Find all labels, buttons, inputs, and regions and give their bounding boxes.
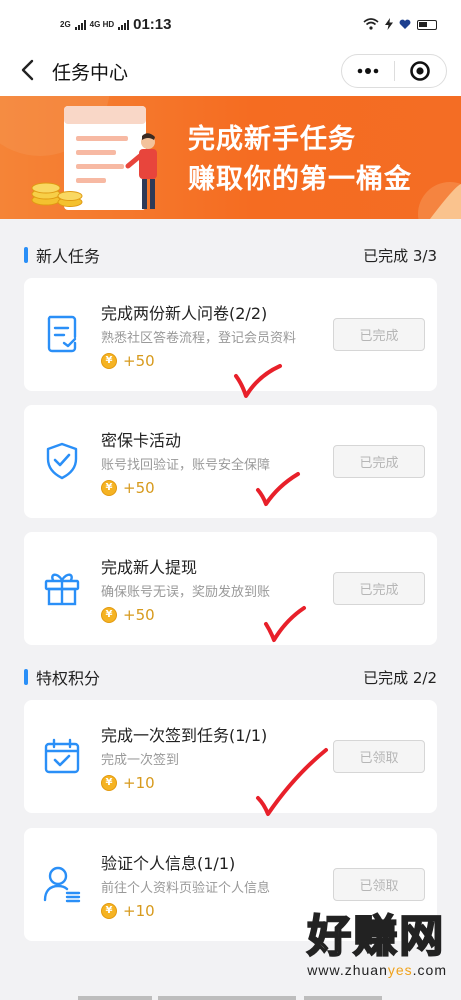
calendar-check-icon: [40, 734, 84, 778]
watermark-logo: 好赚网 www.zhuanyes.com: [306, 911, 447, 979]
questionnaire-icon: [40, 312, 84, 356]
section-title-wrap: 特权积分: [24, 665, 100, 689]
network-label-4g: 4G HD: [89, 19, 115, 29]
close-miniprogram-button[interactable]: [395, 55, 447, 87]
nav-bar: 任务中心: [0, 46, 461, 96]
more-dots-icon: [357, 68, 379, 74]
reward-points: +50: [123, 606, 155, 624]
watermark-url-part-2: yes: [387, 962, 413, 978]
page-title: 任务中心: [52, 62, 129, 84]
status-bar: 2G 4G HD 01:13: [0, 0, 461, 46]
section-title: 新人任务: [36, 247, 101, 266]
task-status-button[interactable]: 已领取: [333, 868, 425, 901]
status-bar-right: [363, 15, 437, 34]
signal-icon: [74, 19, 86, 30]
task-card-withdraw: 完成新人提现 确保账号无误，奖励发放到账 ¥ +50 已完成: [24, 532, 437, 645]
miniprogram-capsule: [341, 54, 447, 88]
heart-icon: [399, 15, 411, 34]
task-description: 前往个人资料页验证个人信息: [101, 881, 271, 896]
task-card-checkin: 完成一次签到任务(1/1) 完成一次签到 ¥ +10 已领取: [24, 700, 437, 813]
task-card-security-card: 密保卡活动 账号找回验证，账号安全保障 ¥ +50 已完成: [24, 405, 437, 518]
task-reward: ¥ +10: [101, 902, 155, 920]
gift-icon: [40, 566, 84, 610]
task-reward: ¥ +10: [101, 774, 155, 792]
section-title-wrap: 新人任务: [24, 243, 100, 267]
network-label-2g: 2G: [60, 19, 71, 29]
section-progress: 已完成 2/2: [363, 668, 437, 687]
user-info-icon: [40, 862, 84, 906]
reward-points: +50: [123, 479, 155, 497]
chevron-left-icon: [21, 59, 34, 81]
section-progress: 已完成 3/3: [363, 246, 437, 265]
back-button[interactable]: [14, 56, 40, 84]
shield-icon: [40, 439, 84, 483]
status-bar-left: 2G 4G HD 01:13: [60, 16, 172, 33]
wifi-icon: [363, 15, 379, 34]
watermark-text: 好赚网: [306, 911, 446, 963]
watermark-url-part-1: www.zhuan: [307, 962, 388, 978]
reward-points: +10: [123, 774, 155, 792]
task-reward: ¥ +50: [101, 352, 155, 370]
task-status-button[interactable]: 已完成: [333, 445, 425, 478]
coin-icon: ¥: [101, 480, 117, 496]
banner-headline: 完成新手任务 赚取你的第一桶金: [188, 120, 412, 200]
section-title: 特权积分: [36, 669, 101, 688]
task-title: 完成一次签到任务(1/1): [101, 726, 268, 745]
task-title: 验证个人信息(1/1): [101, 854, 236, 873]
status-time: 01:13: [133, 16, 172, 33]
task-title: 完成两份新人问卷(2/2): [101, 304, 268, 323]
task-status-button[interactable]: 已完成: [333, 318, 425, 351]
watermark-url: www.zhuanyes.com: [307, 962, 447, 978]
task-reward: ¥ +50: [101, 606, 155, 624]
reward-points: +10: [123, 902, 155, 920]
coin-icon: ¥: [101, 775, 117, 791]
task-description: 完成一次签到: [101, 753, 180, 768]
battery-icon: [417, 19, 437, 30]
coin-icon: ¥: [101, 353, 117, 369]
more-button[interactable]: [342, 55, 394, 87]
banner-line-2: 赚取你的第一桶金: [188, 164, 412, 195]
task-title: 完成新人提现: [101, 558, 198, 577]
target-circle-icon: [410, 61, 431, 81]
coin-icon: ¥: [101, 903, 117, 919]
signal-icon-2: [118, 19, 130, 30]
reward-points: +50: [123, 352, 155, 370]
bottom-indicator-segment: [304, 996, 382, 1000]
bottom-indicator-segment: [78, 996, 152, 1000]
bottom-indicator-segment: [158, 996, 296, 1000]
charging-bolt-icon: [385, 15, 393, 34]
section-accent-bar: [24, 669, 28, 685]
task-status-button[interactable]: 已完成: [333, 572, 425, 605]
promo-banner[interactable]: 完成新手任务 赚取你的第一桶金: [0, 96, 461, 219]
task-card-questionnaire: 完成两份新人问卷(2/2) 熟悉社区答卷流程，登记会员资料 ¥ +50 已完成: [24, 278, 437, 391]
task-description: 账号找回验证，账号安全保障: [101, 458, 271, 473]
task-description: 熟悉社区答卷流程，登记会员资料: [101, 331, 297, 346]
watermark-url-part-3: .com: [412, 962, 447, 978]
task-description: 确保账号无误，奖励发放到账: [101, 585, 271, 600]
task-title: 密保卡活动: [101, 431, 182, 450]
section-accent-bar: [24, 247, 28, 263]
coin-icon: ¥: [101, 607, 117, 623]
banner-line-1: 完成新手任务: [188, 124, 356, 155]
section-header-privilege-points: 特权积分 已完成 2/2: [24, 662, 437, 692]
task-reward: ¥ +50: [101, 479, 155, 497]
section-header-newcomer: 新人任务 已完成 3/3: [24, 240, 437, 270]
task-status-button[interactable]: 已领取: [333, 740, 425, 773]
